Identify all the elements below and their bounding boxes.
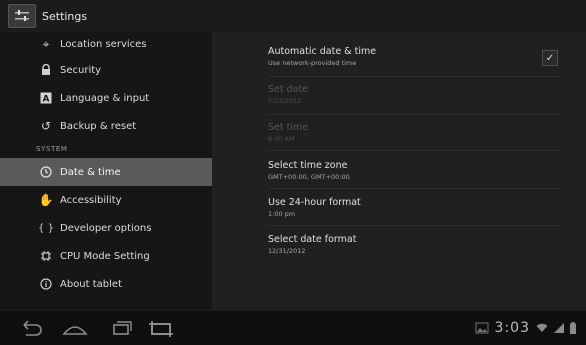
sidebar-item-label: Date & time (60, 166, 121, 178)
row-subtitle: 9:00 AM (268, 135, 295, 143)
row-title: Automatic date & time (268, 46, 377, 57)
signal-icon (554, 323, 564, 333)
divider (268, 188, 560, 189)
check-icon: ✓ (545, 52, 555, 64)
sidebar-item-cpu-mode-setting[interactable]: CPU Mode Setting (0, 242, 212, 270)
sidebar-item-label: Developer options (60, 222, 152, 234)
lock-icon (38, 62, 54, 78)
divider (268, 225, 560, 226)
automatic-date-time-row[interactable]: Automatic date & time Use network-provid… (268, 46, 560, 67)
sidebar-item-label: Backup & reset (60, 120, 137, 132)
select-date-format-row[interactable]: Select date format 12/31/2012 (268, 234, 560, 255)
date-time-panel: Automatic date & time Use network-provid… (212, 32, 586, 310)
sidebar-item-accessibility[interactable]: ✋ Accessibility (0, 186, 212, 214)
screenshot-icon[interactable] (146, 318, 176, 338)
sidebar-item-location-services[interactable]: ⌖ Location services (0, 32, 212, 56)
recent-apps-icon[interactable] (106, 318, 136, 338)
battery-icon (570, 322, 576, 334)
info-icon (38, 276, 54, 292)
clock-icon (38, 164, 54, 180)
row-subtitle: 1:00 pm (268, 210, 296, 218)
sidebar-item-label: Security (60, 64, 102, 76)
backup-icon: ↺ (40, 119, 52, 133)
row-title: Use 24-hour format (268, 197, 361, 208)
sidebar-item-label: About tablet (60, 278, 122, 290)
sidebar-item-label: Accessibility (60, 194, 122, 206)
sidebar-item-backup-reset[interactable]: ↺ Backup & reset (0, 112, 212, 140)
row-subtitle: 7/23/2012 (268, 97, 302, 105)
row-title: Select time zone (268, 160, 348, 171)
use-24-hour-format-row[interactable]: Use 24-hour format 1:00 pm (268, 197, 560, 218)
sidebar-item-label: CPU Mode Setting (60, 250, 150, 262)
back-icon[interactable] (16, 318, 46, 338)
sidebar-item-label: Location services (60, 38, 147, 50)
sidebar-item-developer-options[interactable]: { } Developer options (0, 214, 212, 242)
row-subtitle: GMT+00:00, GMT+00:00 (268, 173, 350, 181)
row-subtitle: Use network-provided time (268, 59, 357, 67)
section-header-system: SYSTEM (36, 145, 68, 153)
select-time-zone-row[interactable]: Select time zone GMT+00:00, GMT+00:00 (268, 160, 560, 181)
status-area[interactable]: 3:03 (475, 318, 576, 338)
braces-icon: { } (38, 222, 54, 234)
notification-image-icon (475, 322, 489, 334)
automatic-date-time-checkbox[interactable]: ✓ (542, 50, 558, 66)
row-title: Set date (268, 84, 309, 95)
language-icon: A (38, 90, 54, 106)
status-clock: 3:03 (494, 320, 530, 336)
system-navigation-bar: 3:03 (0, 310, 586, 345)
settings-app-icon[interactable] (8, 4, 36, 28)
set-date-row[interactable]: Set date 7/23/2012 (268, 84, 560, 105)
sidebar-item-date-time[interactable]: Date & time (0, 158, 212, 186)
sidebar-item-security[interactable]: Security (0, 56, 212, 84)
divider (268, 150, 560, 151)
top-bar: Settings (0, 0, 586, 33)
settings-sidebar: ⌖ Location services Security A Language … (0, 32, 212, 310)
sidebar-item-label: Language & input (60, 92, 150, 104)
sidebar-item-language-input[interactable]: A Language & input (0, 84, 212, 112)
set-time-row[interactable]: Set time 9:00 AM (268, 122, 560, 143)
location-icon: ⌖ (42, 36, 50, 51)
divider (268, 76, 560, 77)
divider (268, 114, 560, 115)
sliders-icon (15, 10, 29, 21)
chip-icon (38, 248, 54, 264)
home-icon[interactable] (60, 318, 90, 338)
wifi-icon (536, 323, 548, 332)
sidebar-item-about-tablet[interactable]: About tablet (0, 270, 212, 298)
row-title: Set time (268, 122, 309, 133)
hand-icon: ✋ (38, 193, 54, 207)
svg-text:A: A (43, 94, 50, 104)
window-title: Settings (42, 9, 88, 23)
row-subtitle: 12/31/2012 (268, 247, 306, 255)
row-title: Select date format (268, 234, 357, 245)
